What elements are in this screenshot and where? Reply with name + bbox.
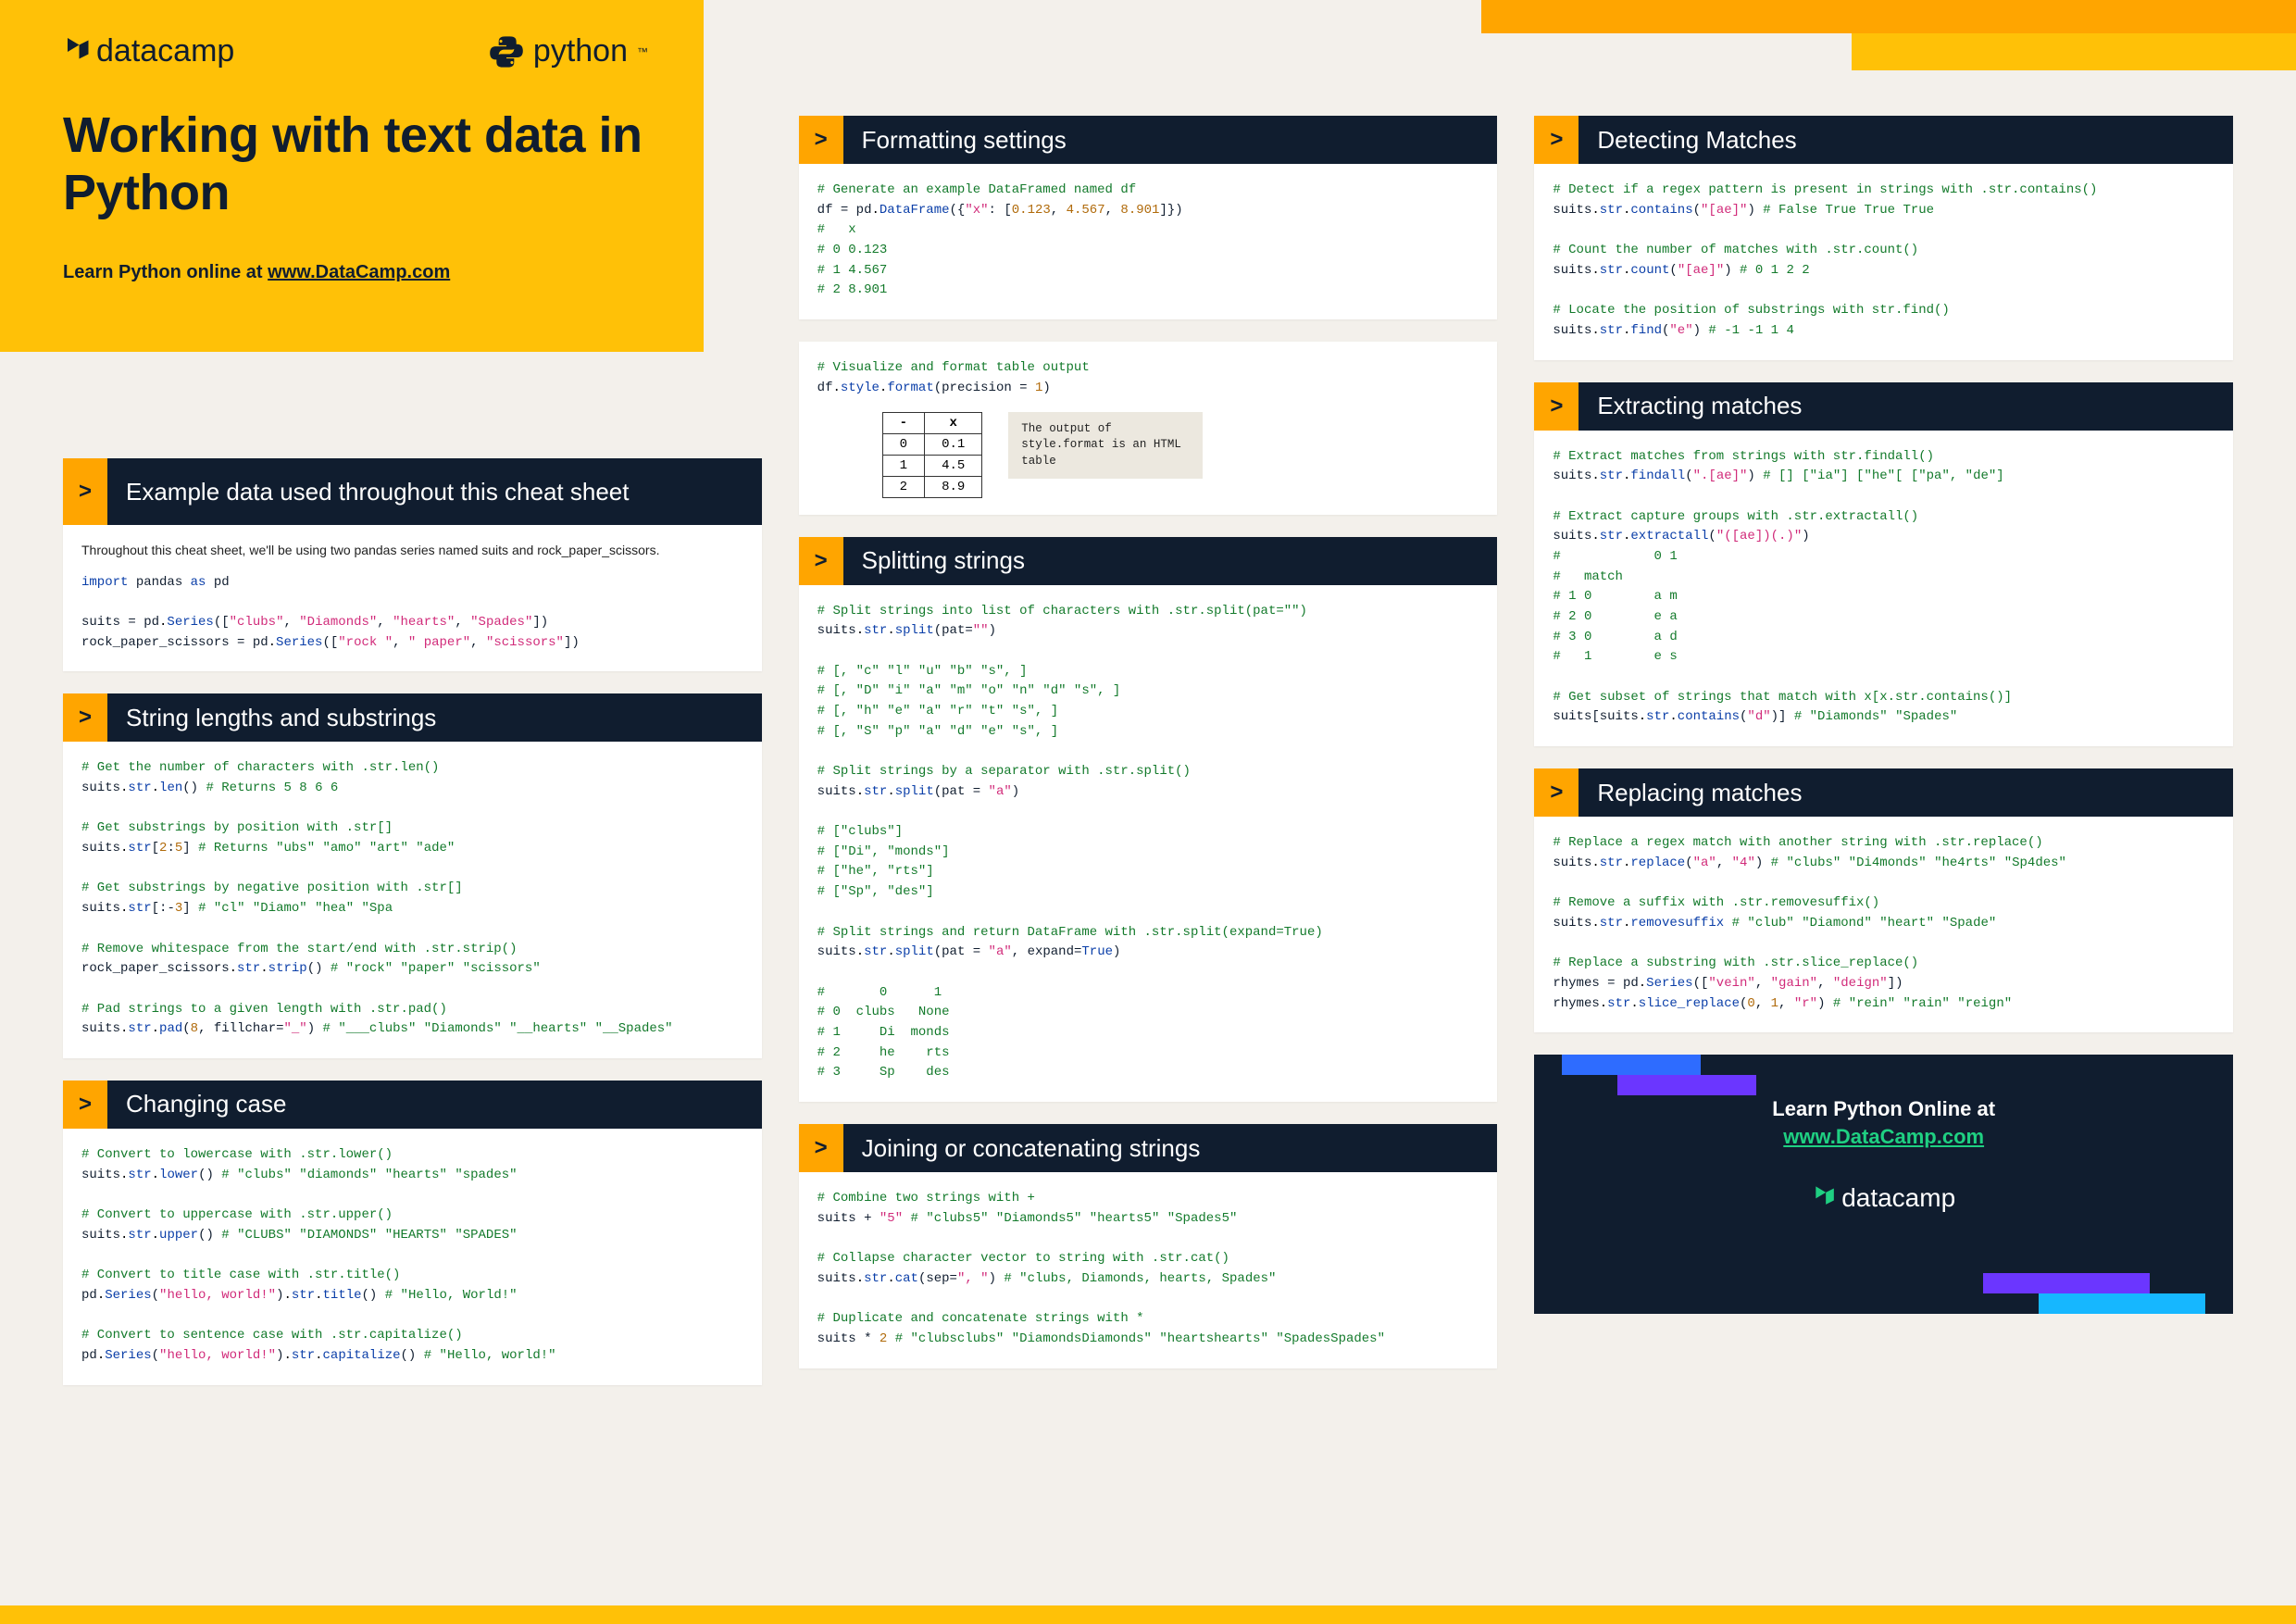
python-logo: python ™ [489,33,648,69]
datacamp-wordmark: datacamp [96,33,234,69]
code-fmt-a: # Generate an example DataFramed named d… [817,181,1479,301]
datacamp-logo: datacamp [63,33,234,69]
section-title: String lengths and substrings [107,693,455,742]
section-splitting: > Splitting strings # Split strings into… [799,537,1498,1103]
logo-row: datacamp python ™ [63,33,648,69]
fmt-td: 4.5 [925,455,982,476]
section-changing-case: > Changing case # Convert to lowercase w… [63,1081,762,1385]
section-header: > Example data used throughout this chea… [63,458,762,525]
columns: > Example data used throughout this chea… [63,116,2233,1587]
section-marker-icon: > [63,693,107,742]
section-header: > Formatting settings [799,116,1498,164]
section-body: Throughout this cheat sheet, we'll be us… [63,525,762,671]
section-marker-icon: > [799,1124,843,1172]
section-header: > Replacing matches [1534,768,2233,817]
decor-block [2039,1293,2205,1314]
fmt-th-0: - [882,412,924,433]
code-detect: # Detect if a regex pattern is present i… [1553,181,2215,342]
table-row: 0 0.1 [882,433,982,455]
section-marker-icon: > [1534,116,1578,164]
section-body: # Combine two strings with + suits + "5"… [799,1172,1498,1368]
fmt-td: 2 [882,476,924,497]
section-marker-icon: > [1534,382,1578,431]
section-body: # Extract matches from strings with str.… [1534,431,2233,747]
section-marker-icon: > [63,458,107,525]
fmt-td: 1 [882,455,924,476]
python-icon [489,34,524,69]
formatting-output-block: # Visualize and format table output df.s… [799,342,1498,514]
section-marker-icon: > [799,116,843,164]
section-title: Joining or concatenating strings [843,1124,1219,1172]
footer-tagline: Learn Python Online at [1553,1097,2215,1121]
code-replace: # Replace a regex match with another str… [1553,833,2215,1014]
section-marker-icon: > [1534,768,1578,817]
section-body: # Get the number of characters with .str… [63,742,762,1058]
section-title: Extracting matches [1578,382,1820,431]
section-body: # Detect if a regex pattern is present i… [1534,164,2233,360]
decor-bottom [0,1605,2296,1624]
section-formatting: > Formatting settings # Generate an exam… [799,116,1498,319]
section-header: > Extracting matches [1534,382,2233,431]
decor-block [1562,1055,1701,1075]
section-body: # Convert to lowercase with .str.lower()… [63,1129,762,1385]
python-wordmark: python [533,33,628,69]
section-header: > String lengths and substrings [63,693,762,742]
footer-brand: datacamp [1841,1183,1955,1213]
column-2: > Formatting settings # Generate an exam… [799,116,1498,1587]
table-row: 1 4.5 [882,455,982,476]
formatting-note: The output of style.format is an HTML ta… [1008,412,1203,480]
code-lengths: # Get the number of characters with .str… [81,758,743,1040]
section-title: Splitting strings [843,537,1043,585]
datacamp-mark-icon [1812,1182,1836,1213]
formatting-table: - x 0 0.1 1 4.5 2 [882,412,983,498]
column-3: > Detecting Matches # Detect if a regex … [1534,116,2233,1587]
code-extract: # Extract matches from strings with str.… [1553,447,2215,729]
decor-top-right [1481,0,2296,33]
datacamp-mark-icon [63,33,91,69]
section-detecting: > Detecting Matches # Detect if a regex … [1534,116,2233,360]
table-row: 2 8.9 [882,476,982,497]
section-title: Example data used throughout this cheat … [107,458,647,525]
section-marker-icon: > [799,537,843,585]
section-marker-icon: > [63,1081,107,1129]
section-title: Replacing matches [1578,768,1820,817]
section-title: Changing case [107,1081,305,1129]
section-joining: > Joining or concatenating strings # Com… [799,1124,1498,1368]
section-extracting: > Extracting matches # Extract matches f… [1534,382,2233,747]
section-header: > Splitting strings [799,537,1498,585]
fmt-th-1: x [925,412,982,433]
example-desc: Throughout this cheat sheet, we'll be us… [81,542,743,560]
code-example: import pandas as pd suits = pd.Series(["… [81,573,743,654]
trademark: ™ [637,45,648,58]
fmt-td: 0.1 [925,433,982,455]
section-replacing: > Replacing matches # Replace a regex ma… [1534,768,2233,1032]
code-case: # Convert to lowercase with .str.lower()… [81,1145,743,1367]
section-header: > Changing case [63,1081,762,1129]
column-1: > Example data used throughout this chea… [63,116,762,1587]
formatting-row: - x 0 0.1 1 4.5 2 [817,412,1479,498]
section-body: # Split strings into list of characters … [799,585,1498,1103]
footer-logo: datacamp [1553,1182,2215,1213]
section-body: # Generate an example DataFramed named d… [799,164,1498,319]
section-title: Detecting Matches [1578,116,1815,164]
decor-block [1617,1075,1756,1095]
section-example-data: > Example data used throughout this chea… [63,458,762,671]
code-join: # Combine two strings with + suits + "5"… [817,1189,1479,1350]
fmt-td: 8.9 [925,476,982,497]
decor-block [1983,1273,2150,1293]
section-header: > Detecting Matches [1534,116,2233,164]
fmt-td: 0 [882,433,924,455]
code-split: # Split strings into list of characters … [817,602,1479,1084]
footer-card: Learn Python Online at www.DataCamp.com … [1534,1055,2233,1314]
footer-link[interactable]: www.DataCamp.com [1783,1125,1984,1149]
section-string-lengths: > String lengths and substrings # Get th… [63,693,762,1058]
section-header: > Joining or concatenating strings [799,1124,1498,1172]
code-fmt-b: # Visualize and format table output df.s… [817,358,1479,398]
section-body: # Replace a regex match with another str… [1534,817,2233,1032]
section-title: Formatting settings [843,116,1085,164]
